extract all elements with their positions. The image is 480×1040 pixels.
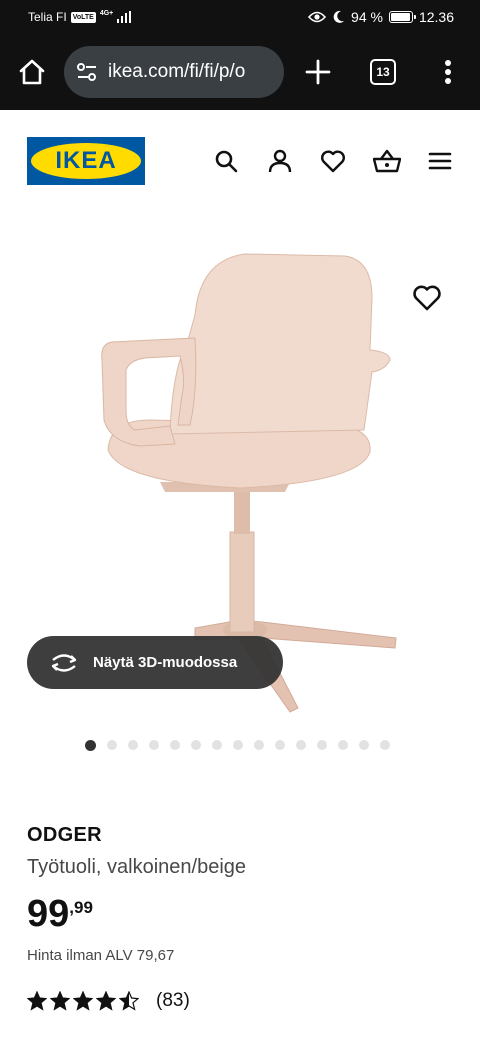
product-price: 99 ,99 <box>27 894 93 934</box>
carousel-dot[interactable] <box>149 740 159 750</box>
hamburger-menu-icon[interactable] <box>427 148 453 174</box>
star-icon <box>119 991 139 1011</box>
carousel-dot[interactable] <box>85 740 96 751</box>
price-without-vat: Hinta ilman ALV 79,67 <box>27 947 175 964</box>
rotate-3d-icon <box>51 653 77 672</box>
browser-toolbar: ikea.com/fi/fi/p/o 13 <box>0 34 480 110</box>
site-settings-icon[interactable] <box>76 62 98 82</box>
clock: 12.36 <box>418 9 454 25</box>
eye-icon <box>308 11 327 23</box>
status-left: Telia FI VoLTE 4G+ <box>28 9 132 24</box>
logo-text: IKEA <box>55 147 117 174</box>
network-type: 4G+ <box>99 9 114 17</box>
carousel-dot[interactable] <box>296 740 306 750</box>
volte-badge: VoLTE <box>70 11 96 23</box>
star-icon <box>27 991 47 1011</box>
more-options-icon[interactable] <box>436 56 460 88</box>
signal-icon <box>117 11 132 23</box>
product-rating[interactable]: (83) <box>27 990 190 1012</box>
carousel-dot[interactable] <box>317 740 327 750</box>
star-icon <box>96 991 116 1011</box>
status-bar: Telia FI VoLTE 4G+ 94 % 12.36 <box>0 0 480 34</box>
new-tab-icon[interactable] <box>302 56 334 88</box>
battery-icon <box>388 11 416 23</box>
carousel-dot[interactable] <box>275 740 285 750</box>
product-name: ODGER <box>27 824 102 846</box>
carousel-dot[interactable] <box>359 740 369 750</box>
battery-percent: 94 % <box>351 9 383 25</box>
carousel-dot[interactable] <box>254 740 264 750</box>
carousel-dot[interactable] <box>233 740 243 750</box>
image-carousel-dots <box>85 740 390 751</box>
carousel-dot[interactable] <box>380 740 390 750</box>
price-integer: 99 <box>27 893 70 935</box>
view-in-3d-button[interactable]: Näytä 3D-muodossa <box>27 636 283 689</box>
search-icon[interactable] <box>213 148 239 174</box>
rating-stars <box>27 991 139 1011</box>
carousel-dot[interactable] <box>191 740 201 750</box>
view-in-3d-label: Näytä 3D-muodossa <box>93 654 238 671</box>
carousel-dot[interactable] <box>212 740 222 750</box>
home-icon[interactable] <box>16 56 48 88</box>
tab-count: 13 <box>376 65 390 79</box>
status-right: 94 % 12.36 <box>308 9 454 25</box>
user-icon[interactable] <box>267 148 293 174</box>
carrier-name: Telia FI <box>28 10 67 24</box>
star-icon <box>73 991 93 1011</box>
tab-switcher-button[interactable]: 13 <box>370 59 396 85</box>
carousel-dot[interactable] <box>128 740 138 750</box>
product-description: Työtuoli, valkoinen/beige <box>27 856 247 878</box>
price-decimal: ,99 <box>69 898 93 917</box>
star-icon <box>50 991 70 1011</box>
carousel-dot[interactable] <box>338 740 348 750</box>
logo-oval: IKEA <box>31 143 141 179</box>
add-to-favorites-icon[interactable] <box>412 283 442 313</box>
ikea-logo[interactable]: IKEA <box>27 137 145 185</box>
moon-icon <box>333 10 345 23</box>
heart-icon[interactable] <box>320 148 346 174</box>
carousel-dot[interactable] <box>107 740 117 750</box>
address-bar[interactable]: ikea.com/fi/fi/p/o <box>64 46 284 98</box>
url-text[interactable]: ikea.com/fi/fi/p/o <box>108 61 245 83</box>
cart-icon[interactable] <box>373 148 401 174</box>
carousel-dot[interactable] <box>170 740 180 750</box>
rating-count[interactable]: (83) <box>156 990 190 1012</box>
